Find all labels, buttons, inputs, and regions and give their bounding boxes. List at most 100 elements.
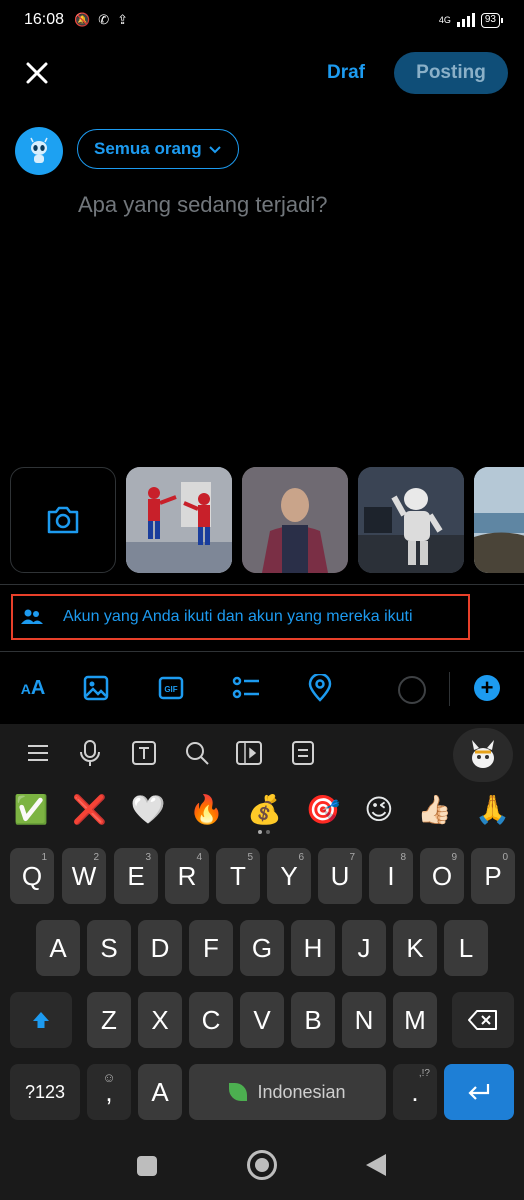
period-key[interactable]: ,!? .	[393, 1064, 437, 1120]
key-h[interactable]: H	[291, 920, 335, 976]
divider	[0, 651, 524, 652]
key-a-secondary[interactable]: A	[138, 1064, 182, 1120]
emoji-suggestion[interactable]: 🔥	[189, 793, 224, 826]
shift-key[interactable]	[10, 992, 72, 1048]
emoji-suggestion[interactable]: 🎯	[306, 793, 341, 826]
location-icon[interactable]	[306, 674, 334, 702]
camera-icon	[47, 506, 79, 534]
network-type: 4G	[438, 14, 451, 25]
key-x[interactable]: X	[138, 992, 182, 1048]
menu-icon[interactable]	[23, 738, 53, 768]
key-n[interactable]: N	[342, 992, 386, 1048]
home-button[interactable]	[247, 1150, 277, 1180]
space-label: Indonesian	[257, 1081, 346, 1102]
clipboard-switch-icon[interactable]	[234, 738, 264, 768]
people-icon	[21, 609, 43, 624]
audience-selector[interactable]: Semua orang	[77, 129, 239, 169]
camera-button[interactable]	[10, 467, 116, 573]
media-picker-strip	[0, 467, 524, 575]
key-l[interactable]: L	[444, 920, 488, 976]
key-q[interactable]: Q1	[10, 848, 54, 904]
key-o[interactable]: O9	[420, 848, 464, 904]
poll-icon[interactable]	[232, 674, 260, 702]
key-j[interactable]: J	[342, 920, 386, 976]
media-thumbnail[interactable]	[474, 467, 524, 573]
svg-text:GIF: GIF	[164, 685, 177, 694]
keyboard-toolbar	[0, 724, 524, 784]
enter-icon	[468, 1084, 490, 1100]
key-c[interactable]: C	[189, 992, 233, 1048]
call-icon: ✆	[98, 12, 110, 27]
notes-icon[interactable]	[288, 738, 318, 768]
add-thread-button[interactable]: +	[474, 675, 500, 701]
page-indicator	[258, 830, 270, 834]
backspace-key[interactable]	[452, 992, 514, 1048]
media-thumbnail[interactable]	[242, 467, 348, 573]
media-thumbnail[interactable]	[358, 467, 464, 573]
search-icon[interactable]	[182, 738, 212, 768]
microphone-icon[interactable]	[75, 738, 105, 768]
emoji-suggestion-bar: ✅ ❌ 🤍 🔥 💰 🎯 😉 👍🏻 🙏	[0, 786, 524, 832]
draft-button[interactable]: Draf	[327, 62, 365, 84]
space-key[interactable]: Indonesian	[189, 1064, 386, 1120]
reply-setting-button[interactable]: Akun yang Anda ikuti dan akun yang merek…	[11, 594, 470, 640]
key-d[interactable]: D	[138, 920, 182, 976]
text-format-icon[interactable]: AA	[16, 674, 50, 702]
compose-toolbar: AA GIF	[0, 664, 524, 712]
emoji-suggestion[interactable]: 🙏	[475, 793, 510, 826]
emoji-suggestion[interactable]: 💰	[247, 793, 282, 826]
system-nav-bar	[0, 1136, 524, 1200]
emoji-suggestion[interactable]: ❌	[72, 793, 107, 826]
upload-icon: ⇪	[117, 12, 129, 27]
emoji-suggestion[interactable]: 👍🏻	[417, 793, 452, 826]
key-t[interactable]: T5	[216, 848, 260, 904]
character-count-indicator	[398, 676, 426, 704]
key-g[interactable]: G	[240, 920, 284, 976]
key-s[interactable]: S	[87, 920, 131, 976]
emoji-suggestion[interactable]: 🤍	[131, 793, 166, 826]
key-v[interactable]: V	[240, 992, 284, 1048]
key-m[interactable]: M	[393, 992, 437, 1048]
shift-icon	[33, 1012, 49, 1028]
alien-avatar-icon	[30, 137, 48, 163]
status-bar: 16:08 🔕 ✆ ⇪ 4G 93	[0, 0, 524, 40]
mute-icon: 🔕	[74, 12, 91, 27]
gif-icon[interactable]: GIF	[157, 674, 185, 702]
leaf-icon	[229, 1083, 248, 1101]
recents-button[interactable]	[137, 1156, 157, 1176]
key-b[interactable]: B	[291, 992, 335, 1048]
key-f[interactable]: F	[189, 920, 233, 976]
comma-key[interactable]: ☺ ,	[87, 1064, 131, 1120]
key-a[interactable]: A	[36, 920, 80, 976]
emoji-suggestion[interactable]: 😉	[364, 793, 393, 826]
avatar[interactable]	[15, 127, 63, 175]
key-y[interactable]: Y6	[267, 848, 311, 904]
close-icon[interactable]	[22, 58, 52, 88]
status-notification-icons: 🔕 ✆ ⇪	[74, 12, 128, 28]
compose-input[interactable]: Apa yang sedang terjadi?	[78, 192, 328, 218]
audience-label: Semua orang	[94, 139, 202, 158]
media-thumbnail[interactable]	[126, 467, 232, 573]
key-r[interactable]: R4	[165, 848, 209, 904]
emoji-suggestion[interactable]: ✅	[14, 793, 49, 826]
key-k[interactable]: K	[393, 920, 437, 976]
image-icon[interactable]	[82, 674, 110, 702]
key-p[interactable]: P0	[471, 848, 515, 904]
divider	[449, 672, 450, 706]
key-u[interactable]: U7	[318, 848, 362, 904]
back-button[interactable]	[366, 1154, 386, 1176]
key-w[interactable]: W2	[62, 848, 106, 904]
backspace-icon	[468, 1010, 497, 1030]
text-edit-icon[interactable]	[129, 738, 159, 768]
keyboard: ✅ ❌ 🤍 🔥 💰 🎯 😉 👍🏻 🙏 Q1 W2 E3 R4 T5 Y6 U7 …	[0, 724, 524, 1136]
key-e[interactable]: E3	[114, 848, 158, 904]
key-i[interactable]: I8	[369, 848, 413, 904]
keyboard-mascot-icon[interactable]	[453, 728, 513, 782]
signal-icon	[456, 13, 475, 27]
divider	[0, 584, 524, 585]
key-z[interactable]: Z	[87, 992, 131, 1048]
symbols-key[interactable]: ?123	[10, 1064, 80, 1120]
status-time: 16:08	[24, 11, 65, 28]
enter-key[interactable]	[444, 1064, 514, 1120]
post-button[interactable]: Posting	[394, 52, 508, 94]
